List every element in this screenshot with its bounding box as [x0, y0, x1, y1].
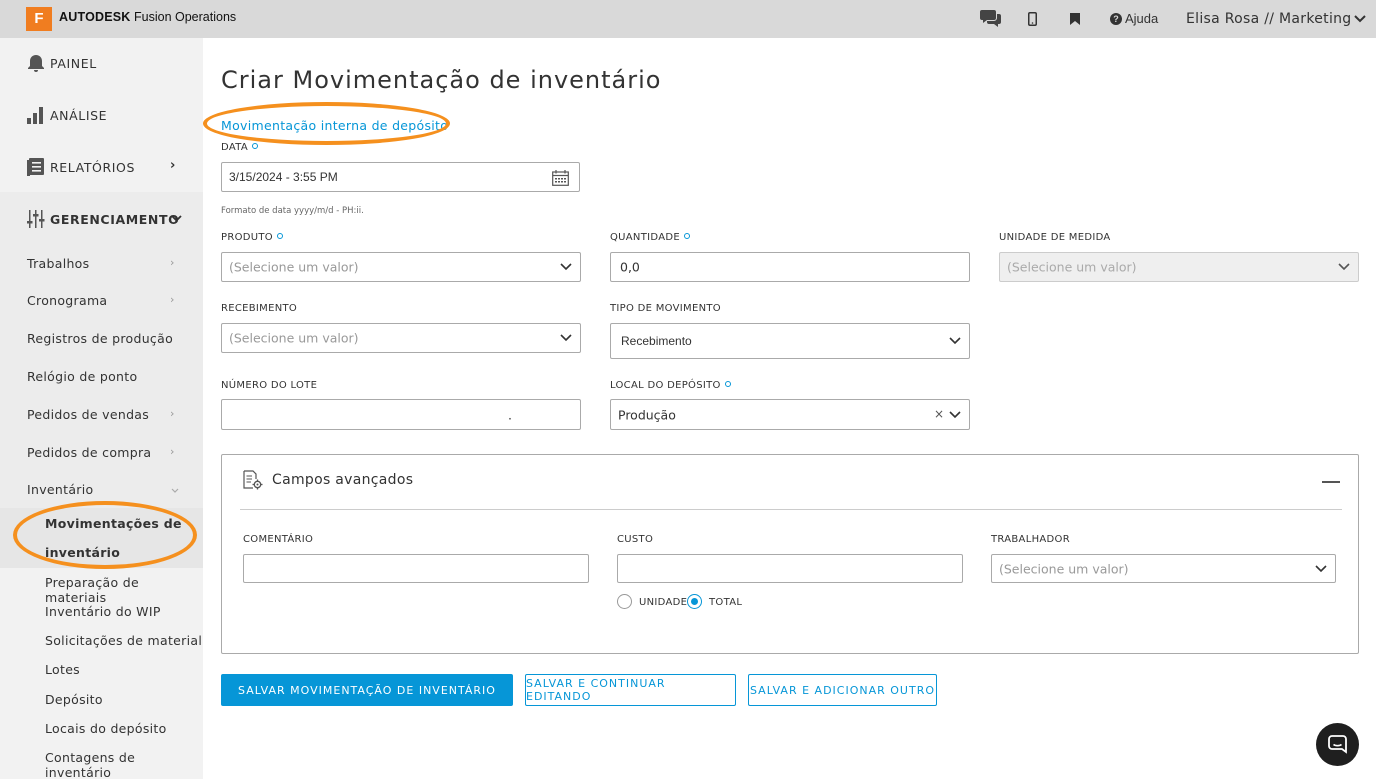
chevron-down-icon: [560, 334, 572, 342]
sidebar-item-inventario[interactable]: Inventário: [27, 482, 93, 497]
trabalhador-select[interactable]: (Selecione um valor): [991, 554, 1336, 583]
produto-select[interactable]: (Selecione um valor): [221, 252, 581, 282]
required-indicator: [251, 143, 258, 149]
local-select[interactable]: Produção ×: [610, 399, 970, 430]
nav-relatorios[interactable]: RELATÓRIOS ›: [0, 142, 203, 194]
advanced-title: Campos avançados: [272, 472, 414, 488]
recebimento-select[interactable]: (Selecione um valor): [221, 323, 581, 353]
collapse-icon[interactable]: [1322, 481, 1340, 483]
sidebar-item-relogio[interactable]: Relógio de ponto: [27, 369, 137, 384]
divider: [240, 509, 1342, 510]
radio-total-label: TOTAL: [709, 597, 743, 608]
nav-painel[interactable]: PAINEL: [0, 38, 203, 90]
chevron-down-icon: [560, 263, 572, 271]
calendar-icon[interactable]: [552, 170, 569, 186]
save-button[interactable]: SALVAR MOVIMENTAÇÃO DE INVENTÁRIO: [221, 674, 513, 706]
date-field[interactable]: 3/15/2024 - 3:55 PM: [221, 162, 580, 192]
sidebar-item-locais[interactable]: Locais do depósito: [45, 721, 167, 736]
chevron-down-icon: [1338, 263, 1350, 271]
sidebar-item-pedidos-compra[interactable]: Pedidos de compra: [27, 445, 151, 460]
chat-launcher-button[interactable]: [1316, 723, 1359, 766]
chevron-right-icon: ›: [170, 293, 175, 306]
sidebar-item-preparacao[interactable]: Preparação de materiais: [45, 575, 203, 605]
chevron-down-icon: [171, 488, 179, 493]
chevron-right-icon: ›: [170, 407, 175, 420]
local-label: LOCAL DO DEPÓSITO: [610, 380, 731, 391]
sidebar-item-contagens[interactable]: Contagens de inventário: [45, 750, 203, 780]
chat-bubble-icon: [1328, 735, 1347, 754]
sliders-icon: [27, 210, 45, 228]
custo-label: CUSTO: [617, 534, 654, 545]
chevron-right-icon: ›: [170, 445, 175, 458]
quantidade-input[interactable]: 0,0: [610, 252, 970, 282]
chevron-down-icon: [171, 215, 182, 222]
app-logo[interactable]: F: [26, 7, 52, 31]
sidebar: PAINEL ANÁLISE RELATÓRIOS › GERENCIAMENT…: [0, 38, 203, 780]
lote-label: NÚMERO DO LOTE: [221, 380, 318, 391]
required-indicator: [724, 381, 731, 387]
required-indicator: [683, 233, 690, 239]
nav-analise[interactable]: ANÁLISE: [0, 90, 203, 142]
quantidade-label: QUANTIDADE: [610, 232, 690, 243]
sidebar-item-solicitacoes[interactable]: Solicitações de material: [45, 633, 202, 648]
chevron-down-icon: [949, 337, 961, 345]
user-menu[interactable]: Elisa Rosa // Marketing: [1186, 11, 1352, 27]
date-format-hint: Formato de data yyyy/m/d - PH:ii.: [221, 206, 364, 216]
required-indicator: [276, 233, 283, 239]
comentario-input[interactable]: [243, 554, 589, 583]
comentario-label: COMENTÁRIO: [243, 534, 314, 545]
chevron-down-icon[interactable]: [1354, 15, 1366, 23]
nav-gerenciamento[interactable]: GERENCIAMENTO: [0, 192, 203, 244]
help-icon: ?: [1110, 13, 1122, 25]
bookmark-icon[interactable]: [1070, 13, 1080, 25]
unidade-label: UNIDADE DE MEDIDA: [999, 232, 1111, 243]
sidebar-item-wip[interactable]: Inventário do WIP: [45, 604, 161, 619]
chevron-right-icon: ›: [170, 256, 175, 269]
radio-total[interactable]: [687, 594, 702, 609]
mobile-icon[interactable]: [1028, 12, 1037, 26]
trabalhador-label: TRABALHADOR: [991, 534, 1070, 545]
sidebar-item-deposito[interactable]: Depósito: [45, 692, 103, 707]
bell-icon: [28, 55, 44, 72]
radio-unidade-label: UNIDADE: [639, 597, 688, 608]
recebimento-label: RECEBIMENTO: [221, 303, 298, 314]
produto-label: PRODUTO: [221, 232, 283, 243]
tipo-label: TIPO DE MOVIMENTO: [610, 303, 721, 314]
reports-icon: [27, 158, 44, 176]
bar-chart-icon: [27, 107, 43, 124]
chevron-down-icon: [1315, 564, 1327, 572]
save-continue-button[interactable]: SALVAR E CONTINUAR EDITANDO: [525, 674, 736, 706]
sidebar-item-cronograma[interactable]: Cronograma: [27, 293, 107, 308]
chat-icon[interactable]: [980, 9, 1001, 27]
chevron-down-icon: [949, 410, 961, 418]
save-add-button[interactable]: SALVAR E ADICIONAR OUTRO: [748, 674, 937, 706]
page-title: Criar Movimentação de inventário: [221, 66, 662, 94]
custo-input[interactable]: [617, 554, 963, 583]
brand-name: AUTODESK Fusion Operations: [59, 10, 237, 24]
top-bar: F AUTODESK Fusion Operations ? Ajuda Elis…: [0, 0, 1376, 38]
date-label: DATA: [221, 142, 258, 153]
chevron-right-icon: ›: [170, 158, 176, 173]
sidebar-item-registros[interactable]: Registros de produção: [27, 331, 173, 346]
tipo-select[interactable]: Recebimento: [610, 323, 970, 359]
sidebar-item-trabalhos[interactable]: Trabalhos: [27, 256, 89, 271]
sidebar-item-lotes[interactable]: Lotes: [45, 662, 80, 677]
lote-input[interactable]: .: [221, 399, 581, 430]
clear-icon[interactable]: ×: [934, 407, 944, 421]
radio-unidade[interactable]: [617, 594, 632, 609]
annotation-ellipse: [13, 501, 197, 569]
help-link[interactable]: ? Ajuda: [1110, 11, 1158, 26]
unidade-select: (Selecione um valor): [999, 252, 1359, 282]
annotation-ellipse: [203, 102, 450, 145]
advanced-settings-icon: [243, 470, 263, 490]
sidebar-item-pedidos-vendas[interactable]: Pedidos de vendas: [27, 407, 149, 422]
